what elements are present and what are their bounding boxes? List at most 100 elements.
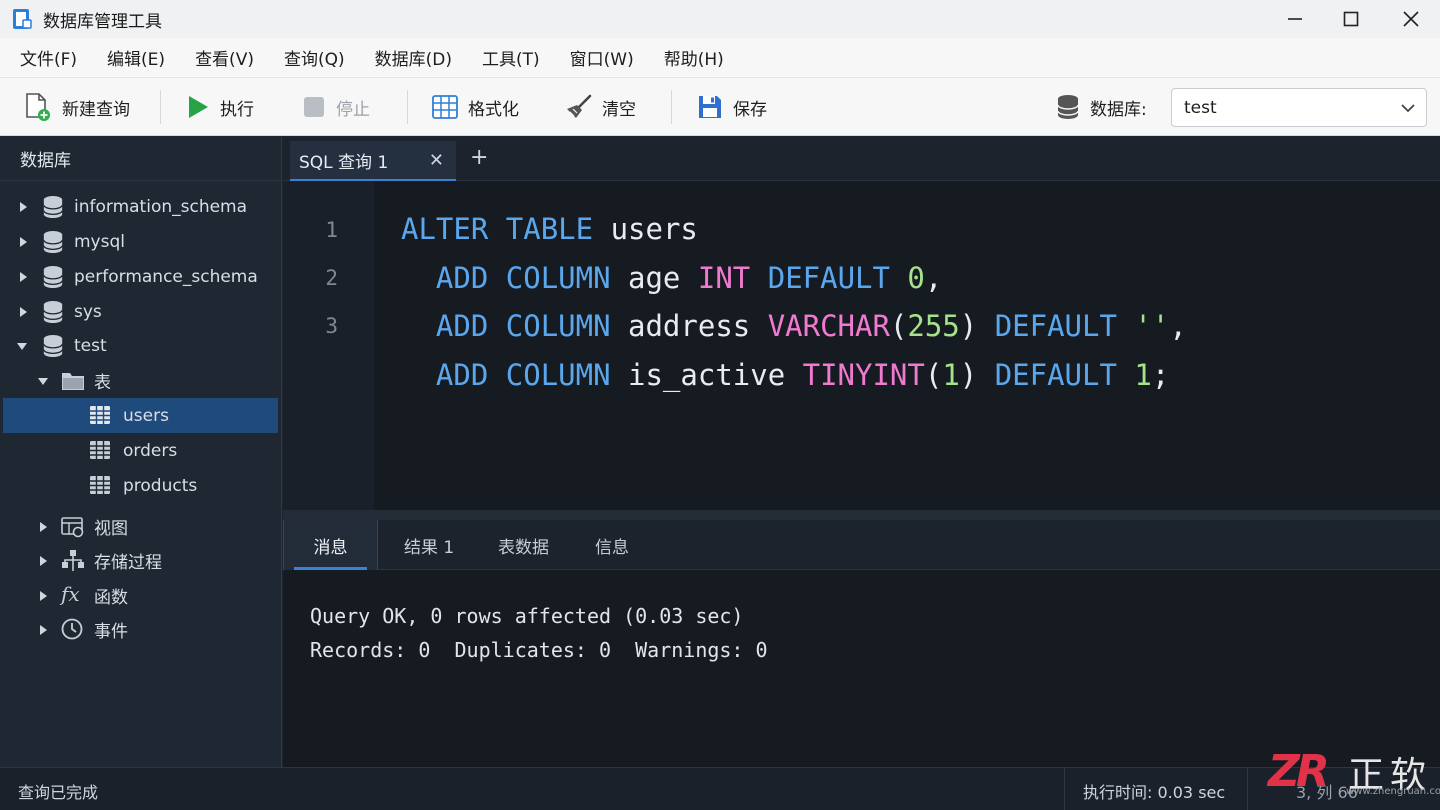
save-label: 保存 <box>733 99 767 120</box>
tree-label: sys <box>74 301 102 322</box>
tree-label: 函数 <box>94 588 128 608</box>
sql-editor: SQL 查询 1 ✕ + 1 2 3 ALTER TABLE users ADD… <box>283 137 1440 510</box>
clear-button[interactable]: 清空 <box>566 78 636 136</box>
status-divider <box>1247 768 1248 810</box>
caret-right-icon[interactable] <box>18 271 28 282</box>
caret-right-icon[interactable] <box>18 236 28 247</box>
add-tab-icon[interactable]: + <box>470 145 488 170</box>
tree-db-sys[interactable]: sys <box>0 294 278 329</box>
tree-label: performance_schema <box>74 266 258 287</box>
menu-view[interactable]: 查看(V) <box>195 45 254 70</box>
menu-window[interactable]: 窗口(W) <box>570 45 634 70</box>
database-icon <box>43 231 63 253</box>
close-tab-icon[interactable]: ✕ <box>429 150 444 171</box>
caret-right-icon[interactable] <box>18 306 28 317</box>
code-line-3[interactable]: ADD COLUMN address VARCHAR(255) DEFAULT … <box>401 309 1187 343</box>
stop-button[interactable]: 停止 <box>302 78 370 136</box>
code-line-4[interactable]: ADD COLUMN is_active TINYINT(1) DEFAULT … <box>401 358 1169 392</box>
tree-db-test[interactable]: test <box>0 328 278 363</box>
database-navigator: 数据库 information_schema mysql performance… <box>0 137 282 767</box>
tree-db-information-schema[interactable]: information_schema <box>0 189 278 224</box>
watermark: ZR 正软 www.zhengruan.com <box>1268 744 1440 806</box>
status-message: 查询已完成 <box>18 783 99 802</box>
tree-db-mysql[interactable]: mysql <box>0 224 278 259</box>
line-number: 1 <box>325 218 338 242</box>
tree-db-performance-schema[interactable]: performance_schema <box>0 259 278 294</box>
tree-label: 存储过程 <box>94 553 162 573</box>
format-button[interactable]: 格式化 <box>432 78 519 136</box>
grid-icon <box>432 95 458 119</box>
tree-table-orders[interactable]: orders <box>0 433 278 468</box>
menu-query[interactable]: 查询(Q) <box>284 45 345 70</box>
line-number: 2 <box>325 266 338 290</box>
tab-sql-query-1[interactable]: SQL 查询 1 ✕ <box>290 141 456 181</box>
tree-label: mysql <box>74 231 125 252</box>
save-button[interactable]: 保存 <box>697 78 767 136</box>
tree-label: orders <box>123 440 178 461</box>
code-line-2[interactable]: ADD COLUMN age INT DEFAULT 0, <box>401 261 942 295</box>
app-icon <box>13 9 32 29</box>
tree-table-users[interactable]: users <box>3 398 278 433</box>
tree-label: 表 <box>94 373 111 393</box>
tree-table-products[interactable]: products <box>0 468 278 503</box>
stop-label: 停止 <box>336 99 370 120</box>
menu-tools[interactable]: 工具(T) <box>482 45 540 70</box>
database-icon <box>1057 95 1079 119</box>
caret-right-icon[interactable] <box>38 590 48 601</box>
clock-icon <box>61 618 83 640</box>
watermark-logo: ZR <box>1268 746 1330 797</box>
database-select-value: test <box>1184 97 1217 118</box>
tree-folder-events[interactable]: 事件 <box>0 612 278 647</box>
watermark-url: www.zhengruan.com <box>1346 786 1440 797</box>
pane-splitter[interactable] <box>283 510 1440 520</box>
menu-file[interactable]: 文件(F) <box>20 45 77 70</box>
tree-folder-functions[interactable]: fx 函数 <box>0 578 278 613</box>
tab-label: 表数据 <box>498 537 549 558</box>
tree-folder-tables[interactable]: 表 <box>0 363 278 398</box>
database-icon <box>43 301 63 323</box>
stop-icon <box>304 97 324 117</box>
procedure-icon <box>62 550 84 571</box>
execution-time: 执行时间: 0.03 sec <box>1083 783 1226 802</box>
database-select[interactable]: test <box>1171 88 1427 127</box>
maximize-icon <box>1343 11 1359 27</box>
menu-help[interactable]: 帮助(H) <box>664 45 724 70</box>
new-query-button[interactable]: 新建查询 <box>24 78 130 136</box>
close-icon <box>1403 11 1419 27</box>
tree-label: 视图 <box>94 519 128 539</box>
save-icon <box>699 96 721 118</box>
line-number: 3 <box>325 314 338 338</box>
tab-table-data[interactable]: 表数据 <box>498 520 549 570</box>
minimize-button[interactable] <box>1266 0 1324 38</box>
caret-right-icon[interactable] <box>38 521 48 532</box>
menu-database[interactable]: 数据库(D) <box>375 45 452 70</box>
caret-down-icon[interactable] <box>17 341 27 351</box>
view-icon <box>61 517 84 538</box>
tree-folder-procedures[interactable]: 存储过程 <box>0 543 278 578</box>
close-button[interactable] <box>1382 0 1440 38</box>
status-divider <box>1064 768 1065 810</box>
code-line-1[interactable]: ALTER TABLE users <box>401 212 698 246</box>
database-icon <box>43 196 63 218</box>
menu-edit[interactable]: 编辑(E) <box>107 45 165 70</box>
tab-info[interactable]: 信息 <box>595 520 629 570</box>
caret-right-icon[interactable] <box>38 555 48 566</box>
status-bar: 查询已完成 执行时间: 0.03 sec 3, 列 66 <box>0 767 1440 810</box>
tab-messages[interactable]: 消息 <box>283 520 378 570</box>
execute-button[interactable]: 执行 <box>186 78 254 136</box>
tab-label: SQL 查询 1 <box>299 152 389 173</box>
tab-result-1[interactable]: 结果 1 <box>404 520 454 570</box>
function-icon: fx <box>61 582 80 606</box>
caret-down-icon[interactable] <box>38 376 48 386</box>
broom-icon <box>567 94 592 118</box>
tree-label: information_schema <box>74 196 248 217</box>
play-icon <box>189 96 208 118</box>
new-query-label: 新建查询 <box>62 99 130 120</box>
caret-right-icon[interactable] <box>38 624 48 635</box>
table-icon <box>90 476 110 494</box>
maximize-button[interactable] <box>1322 0 1380 38</box>
result-panel: 消息 结果 1 表数据 信息 Query OK, 0 rows affected… <box>283 520 1440 767</box>
tree-folder-views[interactable]: 视图 <box>0 509 278 544</box>
minimize-icon <box>1288 18 1302 20</box>
caret-right-icon[interactable] <box>18 201 28 212</box>
